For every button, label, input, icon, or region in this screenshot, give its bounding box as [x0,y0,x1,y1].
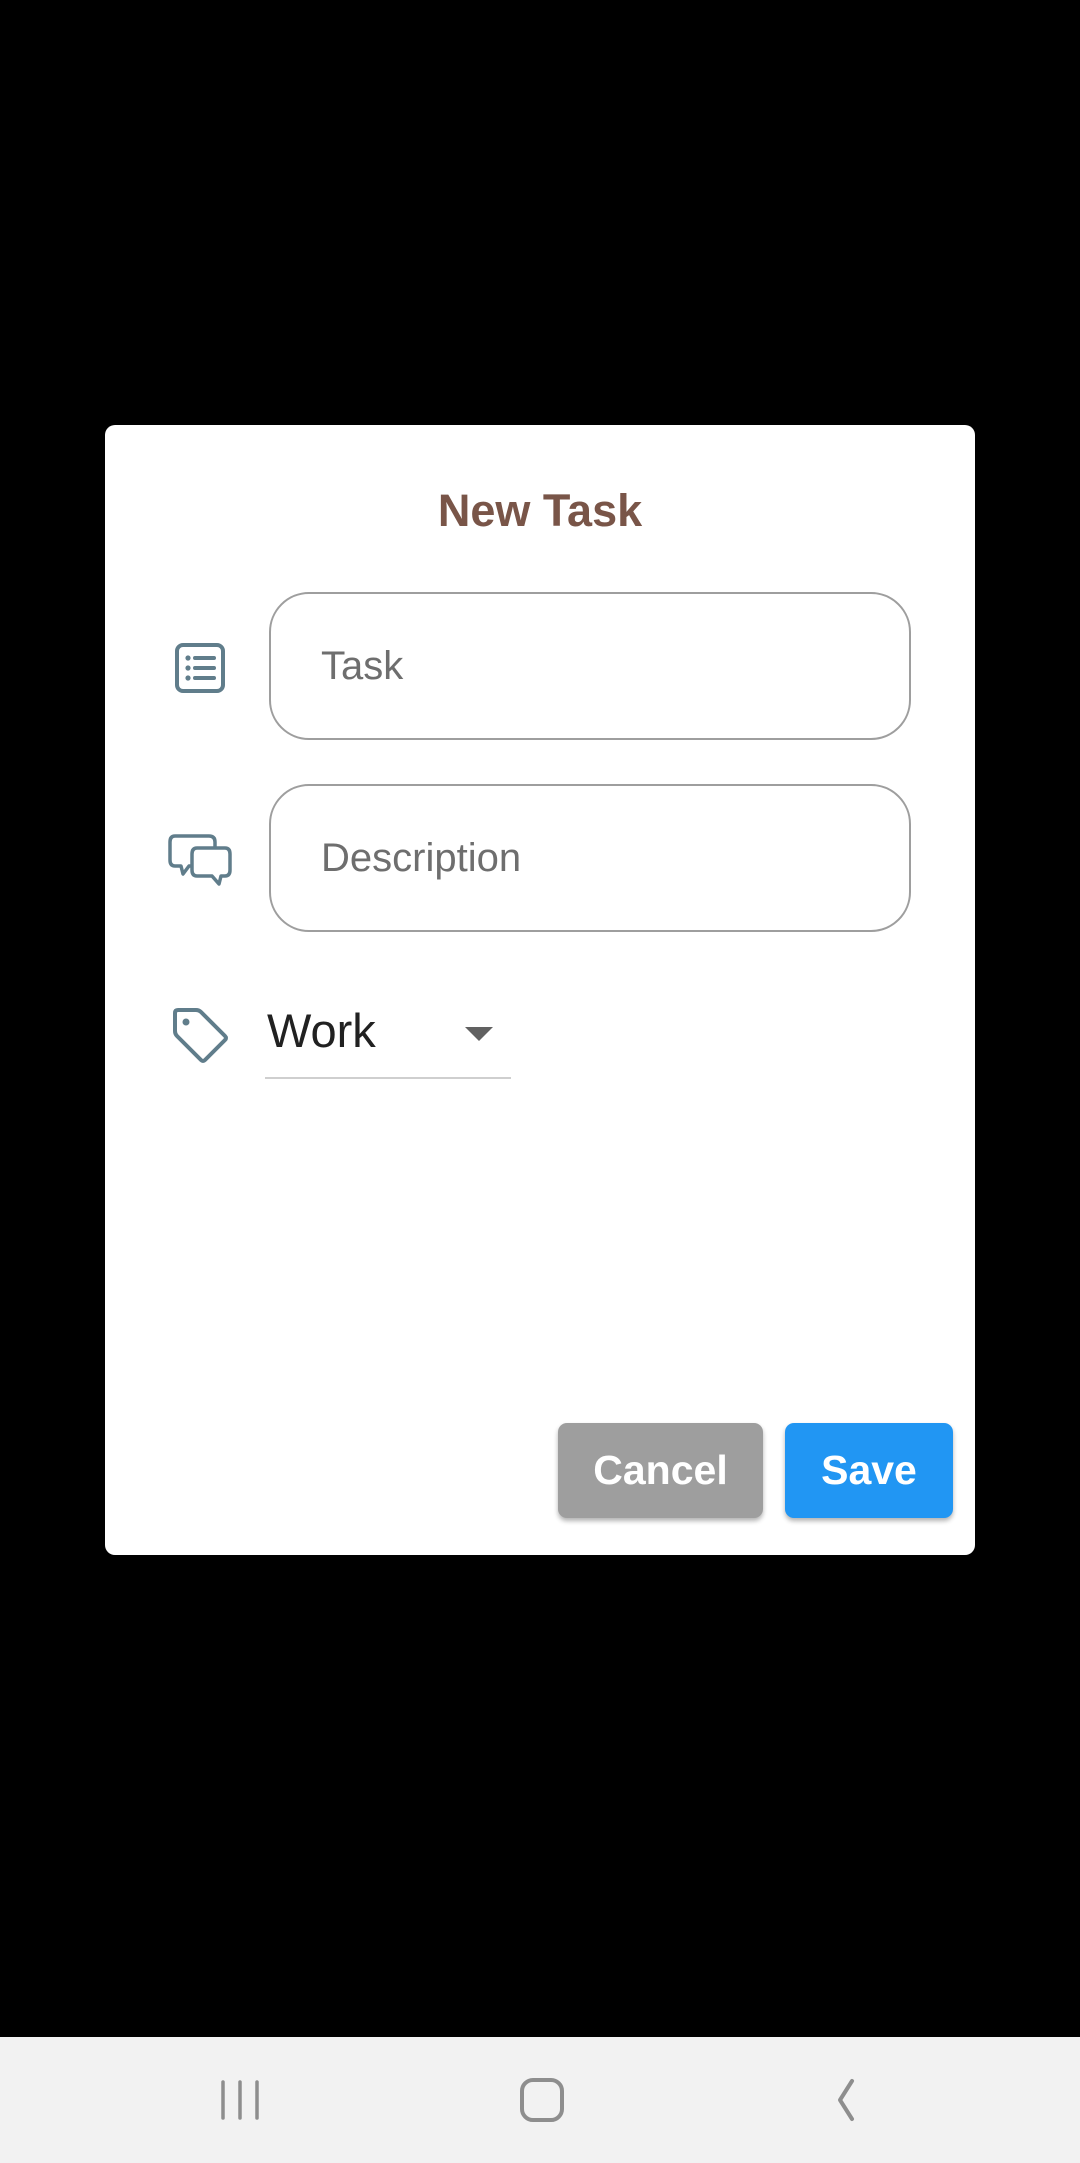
chat-bubbles-icon [165,825,235,895]
back-icon [830,2077,860,2128]
recent-apps-button[interactable] [195,2057,285,2147]
home-icon [519,2077,565,2128]
system-navigation-bar [0,2037,1080,2163]
save-button[interactable]: Save [785,1423,953,1518]
dropdown-arrow-icon [465,1027,493,1041]
back-button[interactable] [800,2057,890,2147]
recent-apps-icon [219,2078,261,2127]
category-dropdown[interactable]: Work [265,995,511,1079]
task-input[interactable] [269,592,911,740]
list-icon [165,633,235,703]
new-task-dialog: New Task Work Cancel Save [105,425,975,1555]
tag-icon [165,1001,235,1071]
category-selected-value: Work [267,1004,376,1057]
dialog-title: New Task [437,485,643,536]
cancel-button[interactable]: Cancel [558,1423,763,1518]
description-input[interactable] [269,784,911,932]
home-button[interactable] [497,2057,587,2147]
